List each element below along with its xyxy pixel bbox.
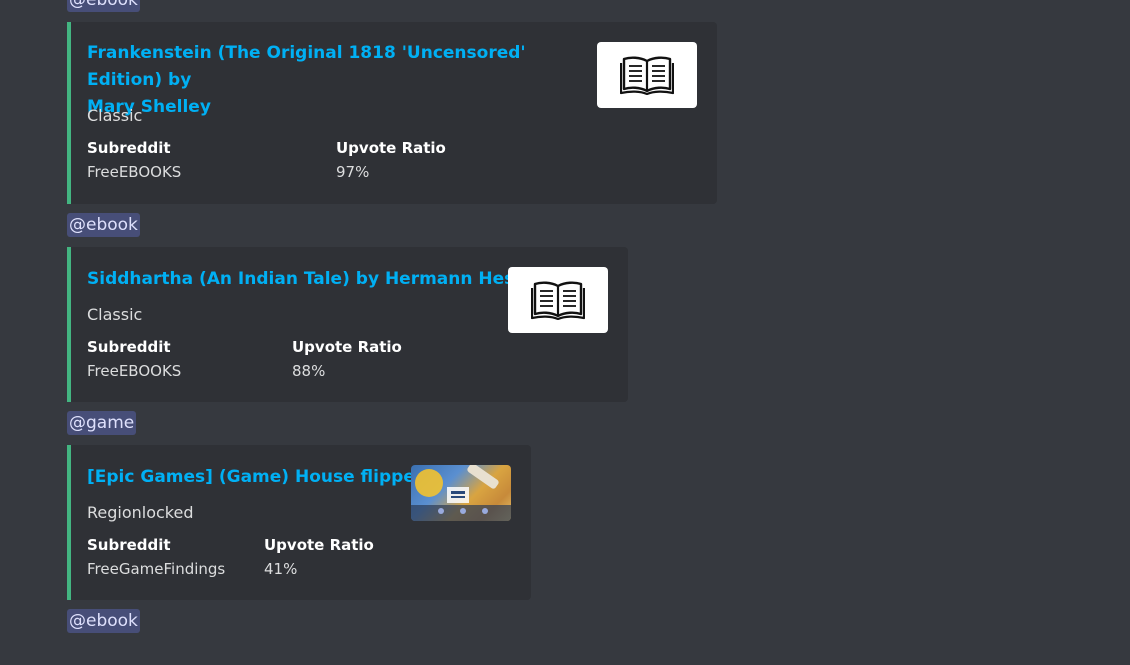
field-name-upvote-ratio: Upvote Ratio bbox=[336, 139, 446, 157]
embed-thumbnail[interactable] bbox=[508, 267, 608, 333]
embed-card: [Epic Games] (Game) House flipper Region… bbox=[67, 445, 531, 600]
field-name-subreddit: Subreddit bbox=[87, 536, 171, 554]
field-name-upvote-ratio: Upvote Ratio bbox=[292, 338, 402, 356]
mention-tag[interactable]: @ebook bbox=[67, 0, 140, 12]
embed-title-link[interactable]: Frankenstein (The Original 1818 'Uncenso… bbox=[87, 40, 587, 121]
book-icon bbox=[531, 281, 585, 320]
field-value-subreddit: FreeEBOOKS bbox=[87, 163, 182, 181]
embed-title-link[interactable]: Siddhartha (An Indian Tale) by Hermann H… bbox=[87, 266, 536, 293]
field-value-upvote-ratio: 97% bbox=[336, 163, 370, 181]
embed-description: Regionlocked bbox=[87, 503, 194, 522]
field-name-subreddit: Subreddit bbox=[87, 338, 171, 356]
embed-card: Siddhartha (An Indian Tale) by Hermann H… bbox=[67, 247, 628, 402]
embed-card: Frankenstein (The Original 1818 'Uncenso… bbox=[67, 22, 717, 204]
mention-tag[interactable]: @game bbox=[67, 411, 137, 435]
field-value-subreddit: FreeGameFindings bbox=[87, 560, 226, 578]
embed-thumbnail[interactable] bbox=[597, 42, 697, 108]
embed-title-link[interactable]: [Epic Games] (Game) House flipper bbox=[87, 464, 423, 491]
field-name-subreddit: Subreddit bbox=[87, 139, 171, 157]
field-value-subreddit: FreeEBOOKS bbox=[87, 362, 182, 380]
field-value-upvote-ratio: 41% bbox=[264, 560, 298, 578]
embed-title-line[interactable]: Frankenstein (The Original 1818 'Uncenso… bbox=[87, 43, 526, 90]
book-icon bbox=[620, 56, 674, 95]
field-name-upvote-ratio: Upvote Ratio bbox=[264, 536, 374, 554]
game-thumbnail[interactable] bbox=[411, 465, 511, 521]
mention-tag[interactable]: @ebook bbox=[67, 213, 140, 237]
game-cover-art bbox=[411, 465, 511, 521]
field-value-upvote-ratio: 88% bbox=[292, 362, 326, 380]
mention-tag[interactable]: @ebook bbox=[67, 609, 140, 633]
embed-description: Classic bbox=[87, 106, 143, 125]
embed-description: Classic bbox=[87, 305, 143, 324]
